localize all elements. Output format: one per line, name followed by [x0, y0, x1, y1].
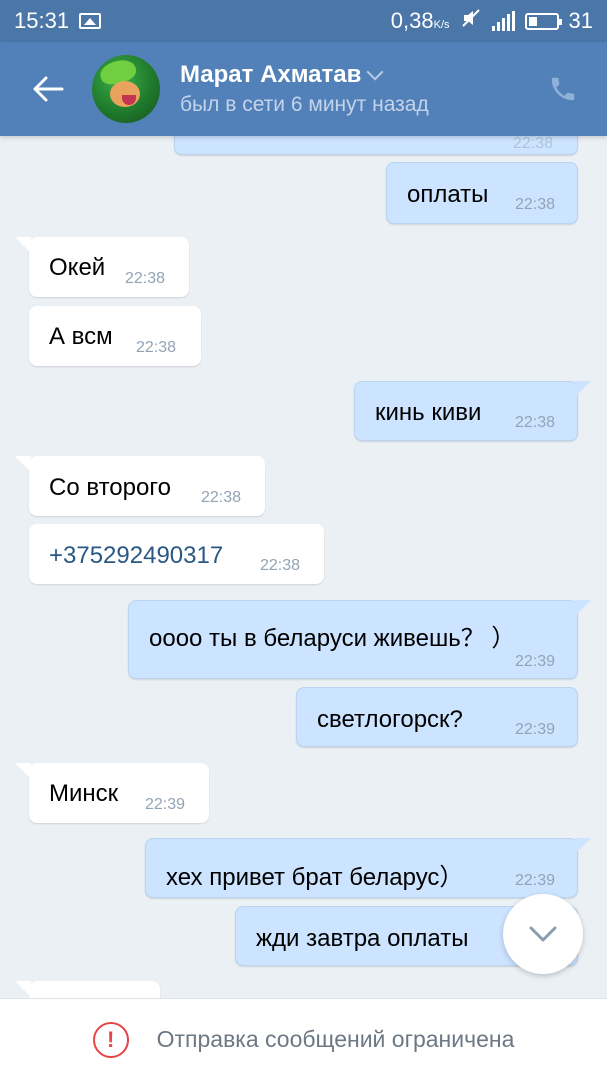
message-time: 22:38	[515, 196, 556, 213]
avatar[interactable]	[92, 55, 160, 123]
message-text: А всм	[49, 323, 113, 350]
back-button[interactable]	[18, 59, 78, 119]
message-bubble-incoming[interactable]: +375292490317 22:38	[29, 524, 324, 584]
message-text: хех привет брат беларус）	[166, 864, 464, 891]
back-arrow-icon	[33, 76, 64, 102]
message-text: жди завтра оплаты	[256, 925, 469, 952]
mute-icon	[460, 7, 482, 35]
chat-title-block[interactable]: Марат Ахматав был в сети 6 минут назад	[180, 61, 539, 117]
message-time: 22:38	[125, 270, 166, 287]
message-bubble-incoming[interactable]: Окей 22:38	[15, 237, 189, 297]
message-text: светлогорск?	[317, 706, 463, 733]
message-list[interactable]: 22:38 оплаты 22:38 Окей 22:38 А всм 22:3…	[0, 136, 607, 998]
restricted-bar: ! Отправка сообщений ограничена	[0, 998, 607, 1080]
message-time: 22:39	[515, 653, 556, 670]
status-time: 15:31	[14, 8, 70, 33]
message-bubble-outgoing[interactable]: оплаты 22:38	[386, 162, 578, 224]
message-bubble-incoming[interactable]: Минск 22:39	[15, 763, 209, 823]
scroll-down-button[interactable]	[503, 894, 583, 974]
message-bubble-incoming[interactable]: А всм 22:38	[29, 306, 201, 366]
signal-icon	[491, 11, 515, 31]
message-bubble-outgoing[interactable]: оооо ты в беларуси живешь？ ） 22:39	[128, 600, 591, 679]
chevron-down-icon	[529, 926, 557, 942]
message-bubble-incoming[interactable]: Со второго 22:38	[15, 456, 265, 516]
phone-number-link[interactable]: +375292490317	[49, 542, 223, 570]
chevron-down-icon	[366, 63, 384, 81]
message-time: 22:38	[515, 414, 556, 431]
call-button[interactable]	[539, 65, 587, 113]
message-text: Минск	[49, 780, 119, 807]
battery-icon	[524, 12, 562, 30]
phone-icon	[551, 77, 575, 101]
network-speed: 0,38K/s	[390, 8, 450, 33]
message-text: оооо ты в беларуси живешь？ ）	[149, 625, 516, 652]
message-text: Со второго	[49, 474, 171, 501]
last-seen-status: был в сети 6 минут назад	[180, 93, 429, 116]
chat-header: Марат Ахматав был в сети 6 минут назад	[0, 42, 607, 136]
message-bubble-outgoing[interactable]: кинь киви 22:38	[354, 381, 591, 441]
message-bubble-outgoing[interactable]: 22:38	[174, 136, 578, 155]
message-text: кинь киви	[375, 399, 482, 426]
contact-name: Марат Ахматав	[180, 61, 362, 88]
message-text: оплаты	[407, 181, 489, 208]
battery-level: 31	[568, 8, 593, 33]
warning-icon: !	[92, 1021, 129, 1058]
message-time: 22:39	[515, 721, 556, 738]
message-bubble-outgoing[interactable]: хех привет брат беларус） 22:39	[145, 838, 591, 898]
message-bubble-incoming[interactable]	[15, 981, 160, 998]
message-text: Окей	[49, 254, 106, 281]
message-time: 22:38	[513, 136, 554, 152]
message-time: 22:39	[145, 796, 186, 813]
image-icon	[79, 13, 102, 29]
message-time: 22:39	[515, 872, 556, 889]
restricted-message: Отправка сообщений ограничена	[156, 1026, 515, 1052]
message-time: 22:38	[136, 339, 177, 356]
message-time: 22:38	[260, 557, 301, 574]
message-time: 22:38	[201, 489, 242, 506]
message-bubble-outgoing[interactable]: светлогорск? 22:39	[296, 687, 578, 747]
status-bar: 15:31 0,38K/s 31	[0, 0, 607, 42]
